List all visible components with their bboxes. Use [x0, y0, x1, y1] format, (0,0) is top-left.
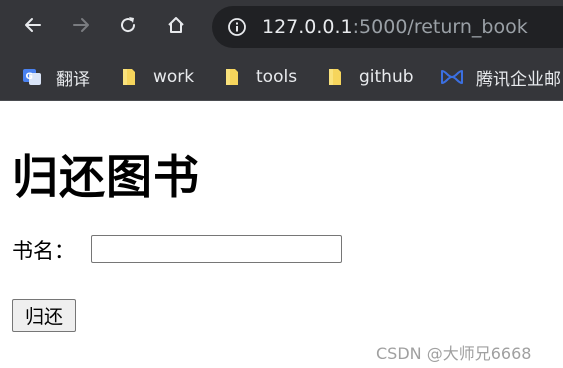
bookmark-github[interactable]: github	[325, 54, 414, 100]
bookmark-label: 翻译	[56, 69, 90, 90]
return-button[interactable]: 归还	[12, 299, 76, 332]
svg-text:G: G	[26, 72, 33, 82]
book-name-label: 书名：	[12, 239, 75, 263]
reload-icon	[118, 15, 138, 39]
home-button[interactable]	[160, 11, 192, 43]
browser-toolbar: 127.0.0.1:5000/return_book	[0, 0, 563, 54]
page-content: 归还图书 书名： 归还 CSDN @大师兄6668	[0, 101, 563, 368]
tencent-mail-icon	[440, 67, 464, 87]
book-name-input[interactable]	[91, 235, 342, 263]
back-arrow-icon	[23, 15, 43, 39]
folder-icon	[222, 67, 242, 87]
bookmark-tools[interactable]: tools	[222, 54, 297, 100]
url-text[interactable]: 127.0.0.1:5000/return_book	[262, 6, 528, 48]
bookmark-work[interactable]: work	[119, 54, 194, 100]
home-icon	[166, 15, 186, 39]
translate-icon: G	[22, 67, 42, 87]
info-icon[interactable]	[227, 17, 247, 37]
forward-arrow-icon	[71, 15, 91, 39]
folder-icon	[119, 67, 139, 87]
bookmark-translate[interactable]: G 翻译	[22, 54, 90, 100]
folder-icon	[325, 67, 345, 87]
reload-button[interactable]	[112, 11, 144, 43]
watermark: CSDN @大师兄6668	[376, 344, 532, 363]
bookmark-label: 腾讯企业邮	[476, 69, 561, 90]
bookmark-label: work	[153, 67, 195, 87]
forward-button[interactable]	[65, 11, 97, 43]
bookmarks-bar: G 翻译 work tools github 腾讯企业邮	[0, 54, 563, 101]
back-button[interactable]	[17, 11, 49, 43]
bookmark-tencent-mail[interactable]: 腾讯企业邮	[440, 54, 561, 100]
bookmark-label: github	[359, 67, 414, 87]
bookmark-label: tools	[256, 67, 298, 87]
url-host: 127.0.0.1	[262, 16, 353, 38]
page-title: 归还图书	[12, 150, 200, 204]
url-path: :5000/return_book	[352, 16, 528, 38]
address-bar[interactable]: 127.0.0.1:5000/return_book	[212, 6, 563, 48]
